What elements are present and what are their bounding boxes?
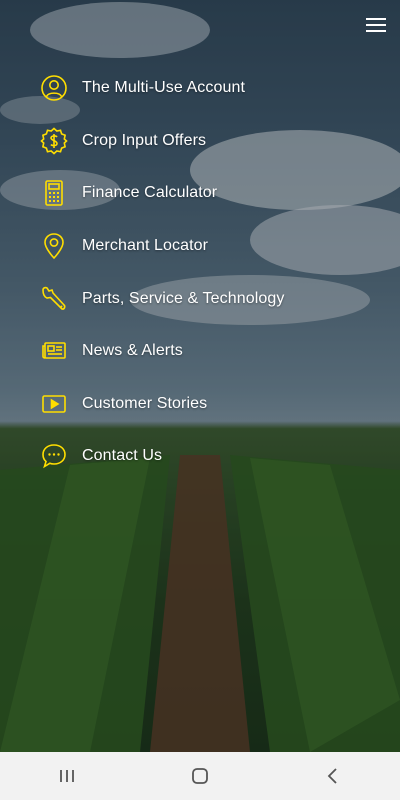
- hamburger-menu-icon[interactable]: [366, 18, 386, 34]
- menu-item-contact-us[interactable]: Contact Us: [40, 430, 285, 483]
- menu-item-merchant-locator[interactable]: Merchant Locator: [40, 220, 285, 273]
- back-chevron-icon: [328, 768, 337, 784]
- user-circle-icon: [40, 74, 68, 102]
- wrench-icon: [40, 285, 68, 313]
- calculator-icon: [40, 179, 68, 207]
- newspaper-icon: [40, 337, 68, 365]
- recent-apps-button[interactable]: [37, 756, 97, 796]
- map-pin-icon: [40, 232, 68, 260]
- main-menu: The Multi-Use Account Crop Input Offers: [40, 62, 285, 483]
- menu-item-news-alerts[interactable]: News & Alerts: [40, 325, 285, 378]
- menu-item-label: News & Alerts: [82, 342, 183, 360]
- menu-item-parts-service-technology[interactable]: Parts, Service & Technology: [40, 272, 285, 325]
- dollar-badge-icon: [40, 127, 68, 155]
- menu-item-label: Finance Calculator: [82, 184, 218, 202]
- home-button[interactable]: [170, 756, 230, 796]
- menu-item-label: Merchant Locator: [82, 237, 209, 255]
- menu-item-multi-use-account[interactable]: The Multi-Use Account: [40, 62, 285, 115]
- chat-bubble-icon: [40, 442, 68, 470]
- menu-item-label: Crop Input Offers: [82, 131, 207, 149]
- menu-item-label: Contact Us: [82, 447, 163, 465]
- menu-item-label: Customer Stories: [82, 394, 208, 412]
- home-icon: [192, 768, 208, 784]
- app-screen: The Multi-Use Account Crop Input Offers: [0, 0, 400, 800]
- play-video-icon: [40, 390, 68, 418]
- menu-item-crop-input-offers[interactable]: Crop Input Offers: [40, 115, 285, 168]
- system-navigation-bar: [0, 752, 400, 800]
- menu-item-finance-calculator[interactable]: Finance Calculator: [40, 167, 285, 220]
- menu-item-customer-stories[interactable]: Customer Stories: [40, 378, 285, 431]
- menu-item-label: Parts, Service & Technology: [82, 289, 285, 307]
- menu-item-label: The Multi-Use Account: [82, 79, 246, 97]
- recent-apps-icon: [59, 770, 74, 782]
- back-button[interactable]: [303, 756, 363, 796]
